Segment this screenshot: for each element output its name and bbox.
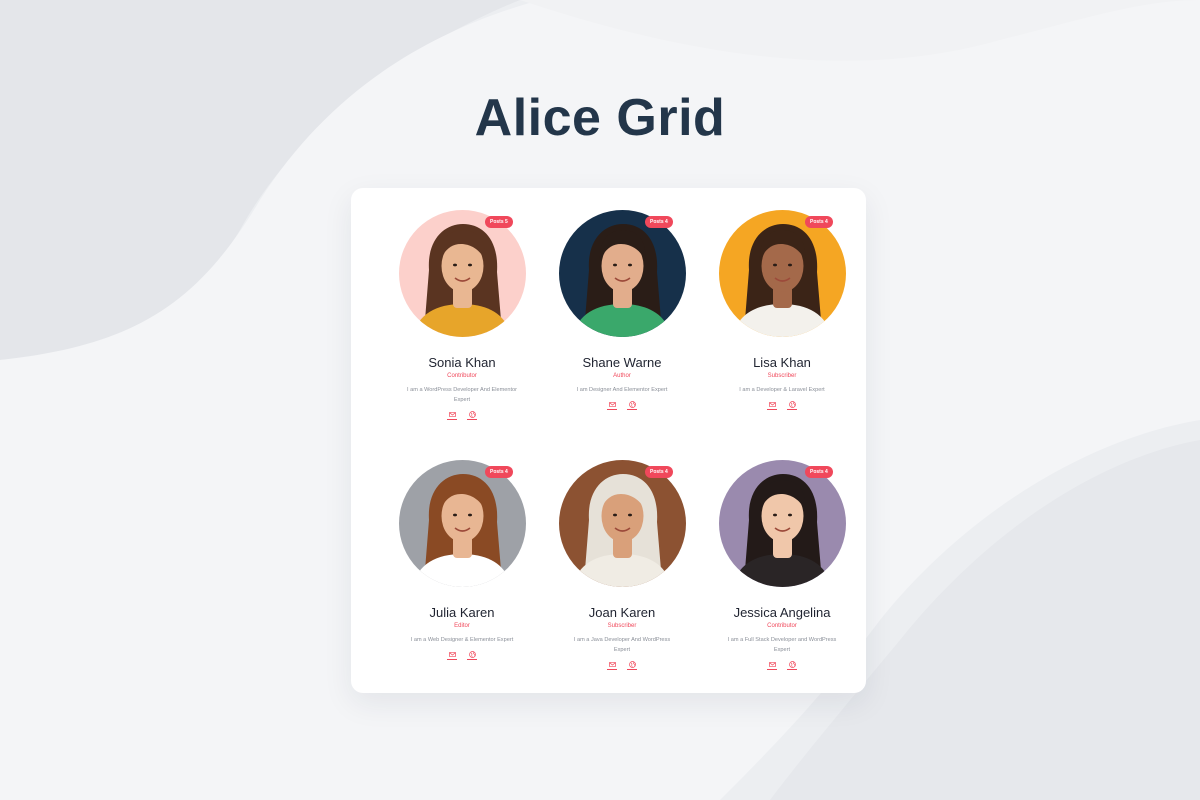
avatar[interactable] — [558, 210, 686, 337]
team-grid-card: Posts 5 Sonia Khan Contributor I am a Wo… — [351, 188, 866, 693]
member-bio: I am a Web Designer & Elementor Expert — [410, 637, 514, 643]
email-link[interactable] — [447, 410, 457, 420]
member-name[interactable]: Julia Karen — [429, 605, 494, 620]
avatar-photo — [718, 210, 846, 337]
avatar[interactable] — [398, 210, 526, 337]
team-member-card: Posts 4 Julia Karen Editor I am a Web De… — [382, 460, 542, 710]
avatar-photo — [398, 210, 526, 337]
member-name[interactable]: Shane Warne — [582, 355, 661, 370]
social-links — [447, 650, 477, 660]
website-link[interactable] — [627, 400, 637, 410]
email-link[interactable] — [607, 660, 617, 670]
page-title: Alice Grid — [474, 89, 726, 147]
team-member-card: Posts 5 Sonia Khan Contributor I am a Wo… — [382, 210, 542, 460]
posts-badge: Posts 4 — [645, 216, 673, 228]
avatar[interactable] — [558, 460, 686, 587]
envelope-icon — [768, 661, 776, 667]
posts-badge: Posts 5 — [485, 216, 513, 228]
website-link[interactable] — [787, 660, 797, 670]
envelope-icon — [448, 651, 456, 657]
member-bio: I am a Java Developer And WordPress Expe… — [573, 637, 671, 653]
envelope-icon — [768, 401, 776, 407]
member-name[interactable]: Jessica Angelina — [734, 605, 831, 620]
member-role: Editor — [454, 623, 470, 629]
globe-icon — [788, 660, 796, 668]
website-link[interactable] — [787, 400, 797, 410]
member-role: Contributor — [447, 373, 477, 379]
member-name[interactable]: Sonia Khan — [428, 355, 495, 370]
social-links — [767, 400, 797, 410]
email-link[interactable] — [607, 400, 617, 410]
globe-icon — [468, 650, 476, 658]
avatar[interactable] — [718, 210, 846, 337]
posts-badge: Posts 4 — [805, 466, 833, 478]
member-bio: I am a Full Stack Developer and WordPres… — [727, 637, 837, 653]
avatar-photo — [398, 460, 526, 587]
team-member-card: Posts 4 Shane Warne Author I am Designer… — [542, 210, 702, 460]
website-link[interactable] — [467, 650, 477, 660]
social-links — [767, 660, 797, 670]
posts-badge: Posts 4 — [805, 216, 833, 228]
member-name[interactable]: Lisa Khan — [753, 355, 811, 370]
envelope-icon — [448, 411, 456, 417]
email-link[interactable] — [767, 400, 777, 410]
member-role: Author — [613, 373, 631, 379]
avatar-photo — [718, 460, 846, 587]
email-link[interactable] — [767, 660, 777, 670]
team-member-card: Posts 4 Joan Karen Subscriber I am a Jav… — [542, 460, 702, 710]
globe-icon — [628, 660, 636, 668]
member-role: Subscriber — [607, 623, 637, 629]
website-link[interactable] — [627, 660, 637, 670]
avatar[interactable] — [398, 460, 526, 587]
team-grid: Posts 5 Sonia Khan Contributor I am a Wo… — [382, 210, 862, 710]
globe-icon — [788, 400, 796, 408]
envelope-icon — [608, 401, 616, 407]
team-member-card: Posts 4 Jessica Angelina Contributor I a… — [702, 460, 862, 710]
globe-icon — [468, 410, 476, 418]
team-member-card: Posts 4 Lisa Khan Subscriber I am a Deve… — [702, 210, 862, 460]
email-link[interactable] — [447, 650, 457, 660]
member-role: Subscriber — [767, 373, 797, 379]
member-bio: I am a WordPress Developer And Elementor… — [407, 387, 517, 403]
social-links — [447, 410, 477, 420]
social-links — [607, 660, 637, 670]
avatar[interactable] — [718, 460, 846, 587]
member-bio: I am Designer And Elementor Expert — [576, 387, 668, 393]
website-link[interactable] — [467, 410, 477, 420]
globe-icon — [628, 400, 636, 408]
envelope-icon — [608, 661, 616, 667]
posts-badge: Posts 4 — [645, 466, 673, 478]
member-bio: I am a Developer & Laravel Expert — [739, 387, 825, 393]
member-name[interactable]: Joan Karen — [589, 605, 656, 620]
member-role: Contributor — [767, 623, 797, 629]
avatar-photo — [558, 210, 686, 337]
social-links — [607, 400, 637, 410]
avatar-photo — [558, 460, 686, 587]
posts-badge: Posts 4 — [485, 466, 513, 478]
